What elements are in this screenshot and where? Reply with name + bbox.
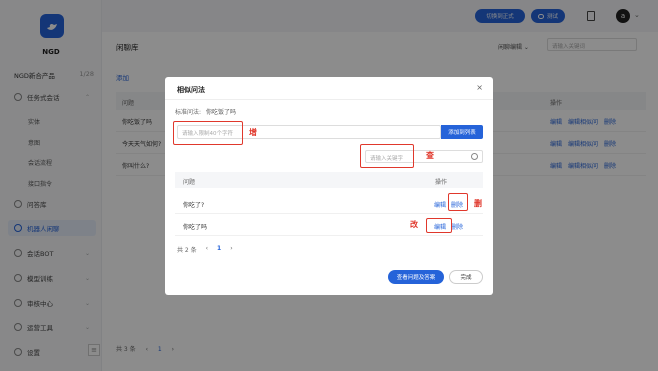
annotation-box-search [360,144,414,168]
annotation-box-delete [448,193,468,211]
row-question: 你吃了吗 [183,224,208,231]
done-button[interactable]: 完成 [449,270,483,284]
dialog-table-row: 你吃了? 编辑 删除 [175,194,483,214]
annotation-label-delete: 删 [474,199,482,208]
annotation-label-search: 查 [426,151,434,160]
edit-link[interactable]: 编辑 [434,200,446,209]
view-qa-button[interactable]: 查看问题及答案 [388,270,444,284]
col-ops: 操作 [435,179,448,186]
standard-question: 标准问法: 你吃饭了吗 [175,107,236,116]
annotation-label-edit: 改 [410,220,418,229]
dialog-title: 相似问法 [177,86,205,94]
std-label: 标准问法: [175,109,202,116]
annotation-box-add [173,121,243,145]
add-to-list-button[interactable]: 添加到列表 [441,125,483,139]
pager-prev-button[interactable]: ‹ [206,245,208,254]
col-question: 问题 [183,179,196,186]
pager-page[interactable]: 1 [217,245,221,254]
divider [165,99,493,100]
annotation-label-add: 增 [249,128,257,137]
search-icon[interactable] [471,153,478,160]
dialog-pagination: 共 2 条 ‹ 1 › [177,245,233,254]
similar-questions-dialog: 相似问法 × 标准问法: 你吃饭了吗 请输入限制40个字符 添加到列表 请输入关… [165,77,493,295]
annotation-box-edit [426,218,452,233]
dialog-table-header: 问题 操作 [175,172,483,188]
delete-link[interactable]: 删除 [451,222,463,231]
close-icon[interactable]: × [476,83,483,92]
pager-next-button[interactable]: › [230,245,232,254]
row-question: 你吃了? [183,202,205,209]
pager-total: 共 2 条 [177,247,197,254]
std-value: 你吃饭了吗 [205,109,236,116]
